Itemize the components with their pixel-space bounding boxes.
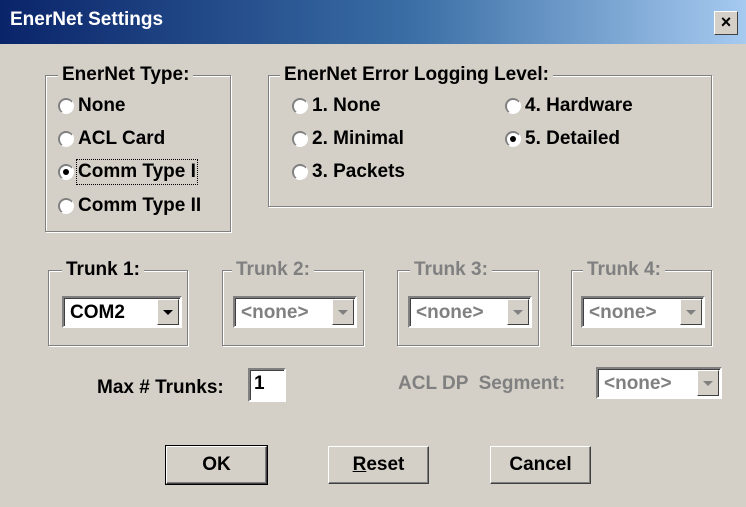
radio-label: 5. Detailed (525, 128, 621, 149)
radio-icon (505, 98, 521, 114)
trunk-2-value: <none> (241, 302, 309, 323)
dropdown-arrow-icon[interactable] (157, 299, 179, 325)
max-trunks-label: Max # Trunks: (97, 377, 224, 398)
title-bar: EnerNet Settings × (0, 0, 746, 44)
trunk-2-legend: Trunk 2: (232, 259, 314, 281)
radio-icon (58, 98, 74, 114)
radio-checked-icon (58, 164, 74, 180)
window-title: EnerNet Settings (10, 9, 164, 30)
trunk-4-value: <none> (589, 302, 657, 323)
trunk-3-select[interactable]: <none> (408, 296, 532, 328)
close-icon: × (720, 12, 732, 32)
ok-button[interactable]: OK (165, 445, 268, 485)
cancel-button[interactable]: Cancel (490, 446, 591, 484)
radio-label: Comm Type I (76, 159, 198, 185)
enernet-type-legend: EnerNet Type: (58, 64, 194, 86)
radio-icon (292, 164, 308, 180)
logging-radio-none[interactable]: 1. None (292, 94, 381, 118)
dropdown-arrow-icon[interactable] (697, 370, 719, 396)
trunk-3-value: <none> (416, 302, 484, 323)
logging-radio-hardware[interactable]: 4. Hardware (505, 94, 633, 118)
acl-dp-segment-select[interactable]: <none> (596, 367, 722, 399)
radio-label: 4. Hardware (525, 95, 633, 116)
dropdown-arrow-icon[interactable] (332, 299, 354, 325)
radio-label: 3. Packets (312, 161, 405, 182)
enernet-type-radio-comm-type-i[interactable]: Comm Type I (58, 159, 198, 185)
reset-button[interactable]: Reset (328, 446, 429, 484)
trunk-1-legend: Trunk 1: (62, 259, 144, 281)
radio-label: 1. None (312, 95, 381, 116)
radio-label: ACL Card (78, 128, 166, 149)
reset-button-label: eset (366, 454, 405, 475)
error-logging-legend: EnerNet Error Logging Level: (280, 64, 553, 86)
dropdown-arrow-icon[interactable] (680, 299, 702, 325)
trunk-1-select[interactable]: COM2 (62, 296, 182, 328)
radio-label: Comm Type II (78, 195, 202, 216)
radio-icon (292, 98, 308, 114)
enernet-type-radio-none[interactable]: None (58, 94, 126, 118)
radio-icon (58, 198, 74, 214)
close-button[interactable]: × (714, 11, 738, 35)
trunk-4-select[interactable]: <none> (581, 296, 705, 328)
dropdown-arrow-icon[interactable] (507, 299, 529, 325)
enernet-type-radio-acl-card[interactable]: ACL Card (58, 127, 165, 151)
acl-dp-segment-value: <none> (604, 373, 672, 394)
radio-icon (58, 131, 74, 147)
trunk-4-legend: Trunk 4: (583, 259, 665, 281)
radio-checked-icon (505, 131, 521, 147)
reset-button-mnemonic: R (352, 454, 367, 475)
logging-radio-detailed[interactable]: 5. Detailed (505, 127, 620, 151)
acl-dp-segment-label: ACL DP Segment: (398, 373, 566, 394)
trunk-3-legend: Trunk 3: (410, 259, 492, 281)
trunk-1-value: COM2 (70, 302, 125, 323)
cancel-button-label: Cancel (509, 454, 572, 475)
max-trunks-input[interactable]: 1 (248, 368, 286, 402)
radio-label: 2. Minimal (312, 128, 404, 149)
enernet-type-radio-comm-type-ii[interactable]: Comm Type II (58, 194, 201, 218)
radio-label: None (78, 95, 126, 116)
logging-radio-minimal[interactable]: 2. Minimal (292, 127, 404, 151)
radio-icon (292, 131, 308, 147)
trunk-2-select[interactable]: <none> (233, 296, 357, 328)
logging-radio-packets[interactable]: 3. Packets (292, 160, 405, 184)
ok-button-label: OK (202, 454, 231, 475)
